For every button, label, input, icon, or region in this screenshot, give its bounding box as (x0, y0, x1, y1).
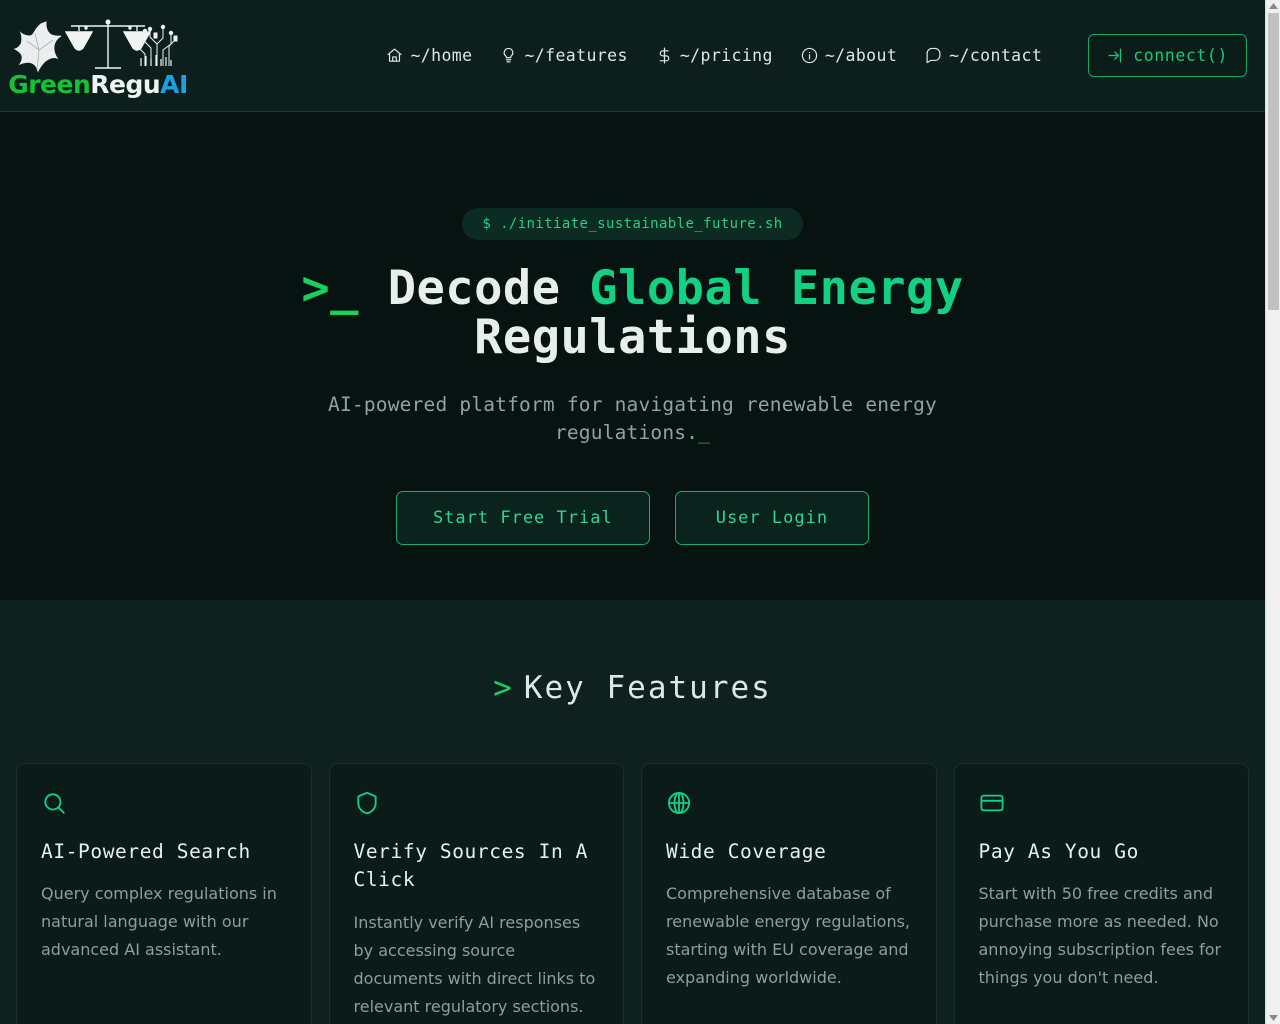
hero-subtitle-text: AI-powered platform for navigating renew… (328, 392, 937, 444)
home-icon (386, 47, 403, 64)
feature-cards: AI-Powered Search Query complex regulati… (0, 706, 1265, 1024)
nav-item-contact[interactable]: ~/contact (925, 46, 1042, 65)
hero-title-accent: Global Energy (589, 261, 964, 316)
logo-wordmark: GreenReguAI (8, 72, 188, 97)
login-arrow-icon (1107, 47, 1124, 64)
hero-title: >_ Decode Global Energy Regulations (0, 264, 1265, 363)
connect-button-label: connect() (1133, 46, 1228, 65)
scroll-up-arrow-icon[interactable] (1266, 0, 1280, 12)
page-scrollbar[interactable] (1265, 0, 1280, 1024)
site-header: GreenReguAI ~/home ~/features ~/pricing (0, 0, 1265, 112)
hero-actions: Start Free Trial User Login (0, 491, 1265, 546)
scrollbar-thumb[interactable] (1268, 13, 1279, 310)
logo-artwork (13, 19, 178, 73)
main-navigation: ~/home ~/features ~/pricing ~/about ~/co… (188, 34, 1249, 77)
credit-card-icon (979, 790, 1225, 816)
features-heading: > Key Features (0, 670, 1265, 706)
hero-title-part1: Decode (387, 261, 561, 316)
features-prompt: > (493, 670, 514, 706)
nav-label-home: ~/home (410, 46, 473, 65)
feature-card-title: Verify Sources In A Click (353, 840, 588, 892)
browser-viewport: GreenReguAI ~/home ~/features ~/pricing (0, 0, 1280, 1024)
connect-button[interactable]: connect() (1088, 34, 1247, 77)
feature-card-title: Pay As You Go (978, 840, 1139, 863)
feature-card-description: Start with 50 free credits and purchase … (978, 884, 1222, 988)
search-icon (41, 790, 287, 816)
nav-label-about: ~/about (824, 46, 898, 65)
nav-item-about[interactable]: ~/about (801, 46, 897, 65)
info-circle-icon (801, 47, 818, 64)
lightbulb-icon (500, 47, 517, 64)
nav-label-pricing: ~/pricing (679, 46, 773, 65)
hero-title-part2: Regulations (474, 310, 791, 366)
nav-label-contact: ~/contact (949, 46, 1043, 65)
user-login-button[interactable]: User Login (674, 491, 870, 546)
terminal-command-badge: $ ./initiate_sustainable_future.sh (462, 208, 803, 240)
dollar-icon (656, 47, 673, 64)
nav-item-pricing[interactable]: ~/pricing (656, 46, 773, 65)
start-free-trial-button[interactable]: Start Free Trial (395, 491, 650, 546)
scroll-down-arrow-icon[interactable] (1266, 1012, 1280, 1024)
hero-section: $ ./initiate_sustainable_future.sh >_ De… (0, 112, 1265, 600)
hero-prompt: >_ (301, 261, 359, 316)
feature-card-title: AI-Powered Search (41, 840, 251, 863)
hero-subtitle-cursor: _ (698, 420, 711, 444)
feature-card-description: Query complex regulations in natural lan… (41, 884, 277, 960)
page-content: GreenReguAI ~/home ~/features ~/pricing (0, 0, 1265, 1024)
nav-item-features[interactable]: ~/features (500, 46, 627, 65)
features-heading-text: Key Features (523, 670, 772, 706)
feature-card-title: Wide Coverage (666, 840, 827, 863)
globe-icon (666, 790, 912, 816)
shield-icon (354, 790, 600, 816)
features-section: > Key Features AI-Powered Search Query co… (0, 600, 1265, 1024)
logo-text-blue: AI (160, 70, 188, 99)
logo-text-white: Regu (90, 70, 161, 99)
feature-card-pay-as-you-go[interactable]: Pay As You Go Start with 50 free credits… (953, 763, 1249, 1024)
message-icon (925, 47, 942, 64)
nav-item-home[interactable]: ~/home (386, 46, 472, 65)
hero-subtitle: AI-powered platform for navigating renew… (0, 391, 1265, 448)
feature-card-verify-sources[interactable]: Verify Sources In A Click Instantly veri… (328, 763, 624, 1024)
feature-card-description: Comprehensive database of renewable ener… (666, 884, 910, 988)
feature-card-wide-coverage[interactable]: Wide Coverage Comprehensive database of … (641, 763, 937, 1024)
feature-card-description: Instantly verify AI responses by accessi… (353, 912, 596, 1016)
nav-label-features: ~/features (524, 46, 628, 65)
feature-card-ai-powered-search[interactable]: AI-Powered Search Query complex regulati… (16, 763, 312, 1024)
site-logo[interactable]: GreenReguAI (8, 14, 188, 97)
logo-text-green: Green (8, 70, 91, 99)
